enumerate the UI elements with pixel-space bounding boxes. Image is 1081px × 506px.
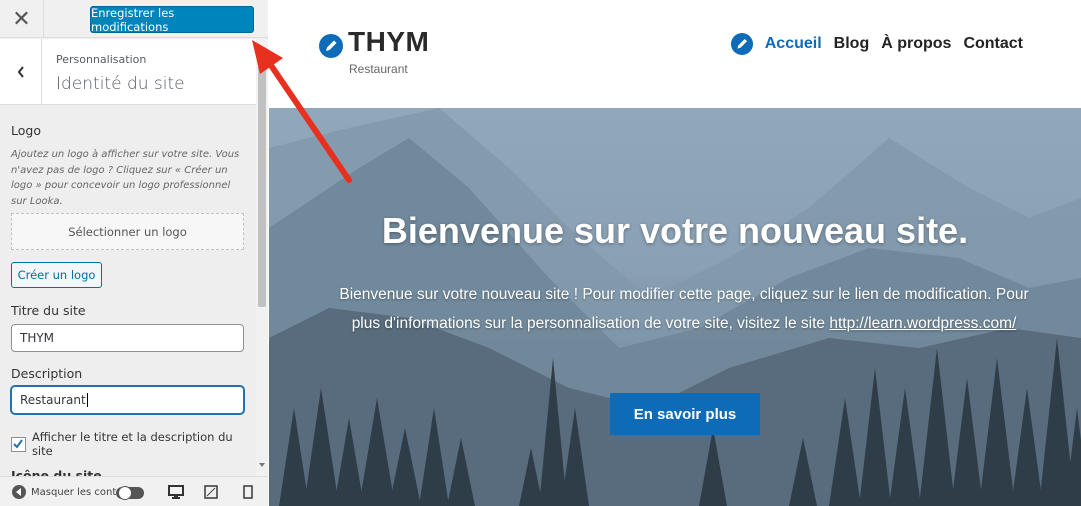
site-title-value: THYM (20, 331, 55, 345)
hero-title: Bienvenue sur votre nouveau site. (381, 210, 969, 251)
hide-controls-label: Masquer les contrôles (31, 486, 119, 498)
nav-item-accueil[interactable]: Accueil (765, 35, 822, 53)
section-controls: Logo Ajoutez un logo à afficher sur votr… (0, 106, 256, 476)
logo-description: Ajoutez un logo à afficher sur votre sit… (11, 149, 240, 207)
site-title-input[interactable]: THYM (11, 324, 244, 352)
description-input[interactable]: Restaurant (11, 386, 244, 414)
hero-learn-link[interactable]: http://learn.wordpress.com/ (829, 315, 1016, 332)
description-value: Restaurant (20, 393, 86, 407)
tablet-preview-button[interactable] (201, 483, 221, 501)
save-changes-button[interactable]: Enregistrer les modifications (90, 6, 254, 34)
display-title-row: Afficher le titre et la description du s… (11, 430, 256, 458)
display-title-label: Afficher le titre et la description du s… (31, 430, 233, 458)
mobile-preview-button[interactable] (238, 483, 258, 501)
site-preview: THYM Restaurant Accueil Blog À propos Co… (269, 0, 1081, 506)
section-header: Personnalisation Identité du site (0, 39, 256, 105)
hero-section: Bienvenue sur votre nouveau site. Bienve… (269, 108, 1081, 506)
mobile-icon (243, 485, 253, 499)
select-logo-button[interactable]: Sélectionner un logo (11, 213, 244, 250)
nav-item-blog[interactable]: Blog (834, 35, 870, 53)
hide-controls-toggle[interactable] (116, 486, 144, 500)
display-title-checkbox[interactable] (11, 436, 26, 452)
close-customizer-button[interactable]: ✕ (0, 0, 44, 38)
hide-controls-button[interactable]: Masquer les contrôles (12, 485, 119, 499)
description-label: Description (11, 366, 83, 381)
site-tagline: Restaurant (349, 62, 408, 76)
customizer-sidebar: ✕ Enregistrer les modifications Personna… (0, 0, 268, 506)
scrollbar-thumb[interactable] (258, 47, 266, 307)
site-header: THYM Restaurant Accueil Blog À propos Co… (269, 0, 1081, 108)
desktop-preview-button[interactable] (166, 483, 186, 501)
text-caret (86, 393, 88, 407)
logo-label: Logo (11, 123, 41, 138)
customizer-topbar: ✕ Enregistrer les modifications (0, 0, 268, 38)
hero-text: Bienvenue sur votre nouveau site ! Pour … (339, 280, 1029, 338)
site-title-label: Titre du site (11, 303, 86, 318)
collapse-icon (12, 485, 26, 499)
nav-item-a-propos[interactable]: À propos (881, 35, 951, 53)
chevron-left-icon (17, 66, 24, 78)
nav-item-contact[interactable]: Contact (963, 35, 1023, 53)
pencil-edit-icon[interactable] (319, 34, 343, 58)
checkmark-icon (13, 439, 24, 449)
create-logo-button[interactable]: Créer un logo (11, 262, 102, 288)
breadcrumb: Personnalisation (56, 53, 147, 66)
site-icon-label: Icône du site (11, 468, 102, 476)
desktop-icon (168, 485, 184, 499)
toggle-knob (118, 486, 132, 500)
learn-more-button[interactable]: En savoir plus (610, 393, 760, 435)
sidebar-scrollbar[interactable] (256, 39, 268, 476)
scroll-down-arrow-icon[interactable] (259, 463, 265, 467)
pencil-edit-icon[interactable] (730, 33, 753, 55)
close-icon: ✕ (12, 6, 31, 31)
customizer-footer: Masquer les contrôles (0, 476, 268, 506)
site-name[interactable]: THYM (348, 26, 429, 58)
tablet-icon (204, 485, 218, 499)
back-button[interactable] (0, 39, 42, 105)
site-navigation: Accueil Blog À propos Contact (730, 33, 1023, 55)
section-title: Identité du site (56, 74, 185, 94)
